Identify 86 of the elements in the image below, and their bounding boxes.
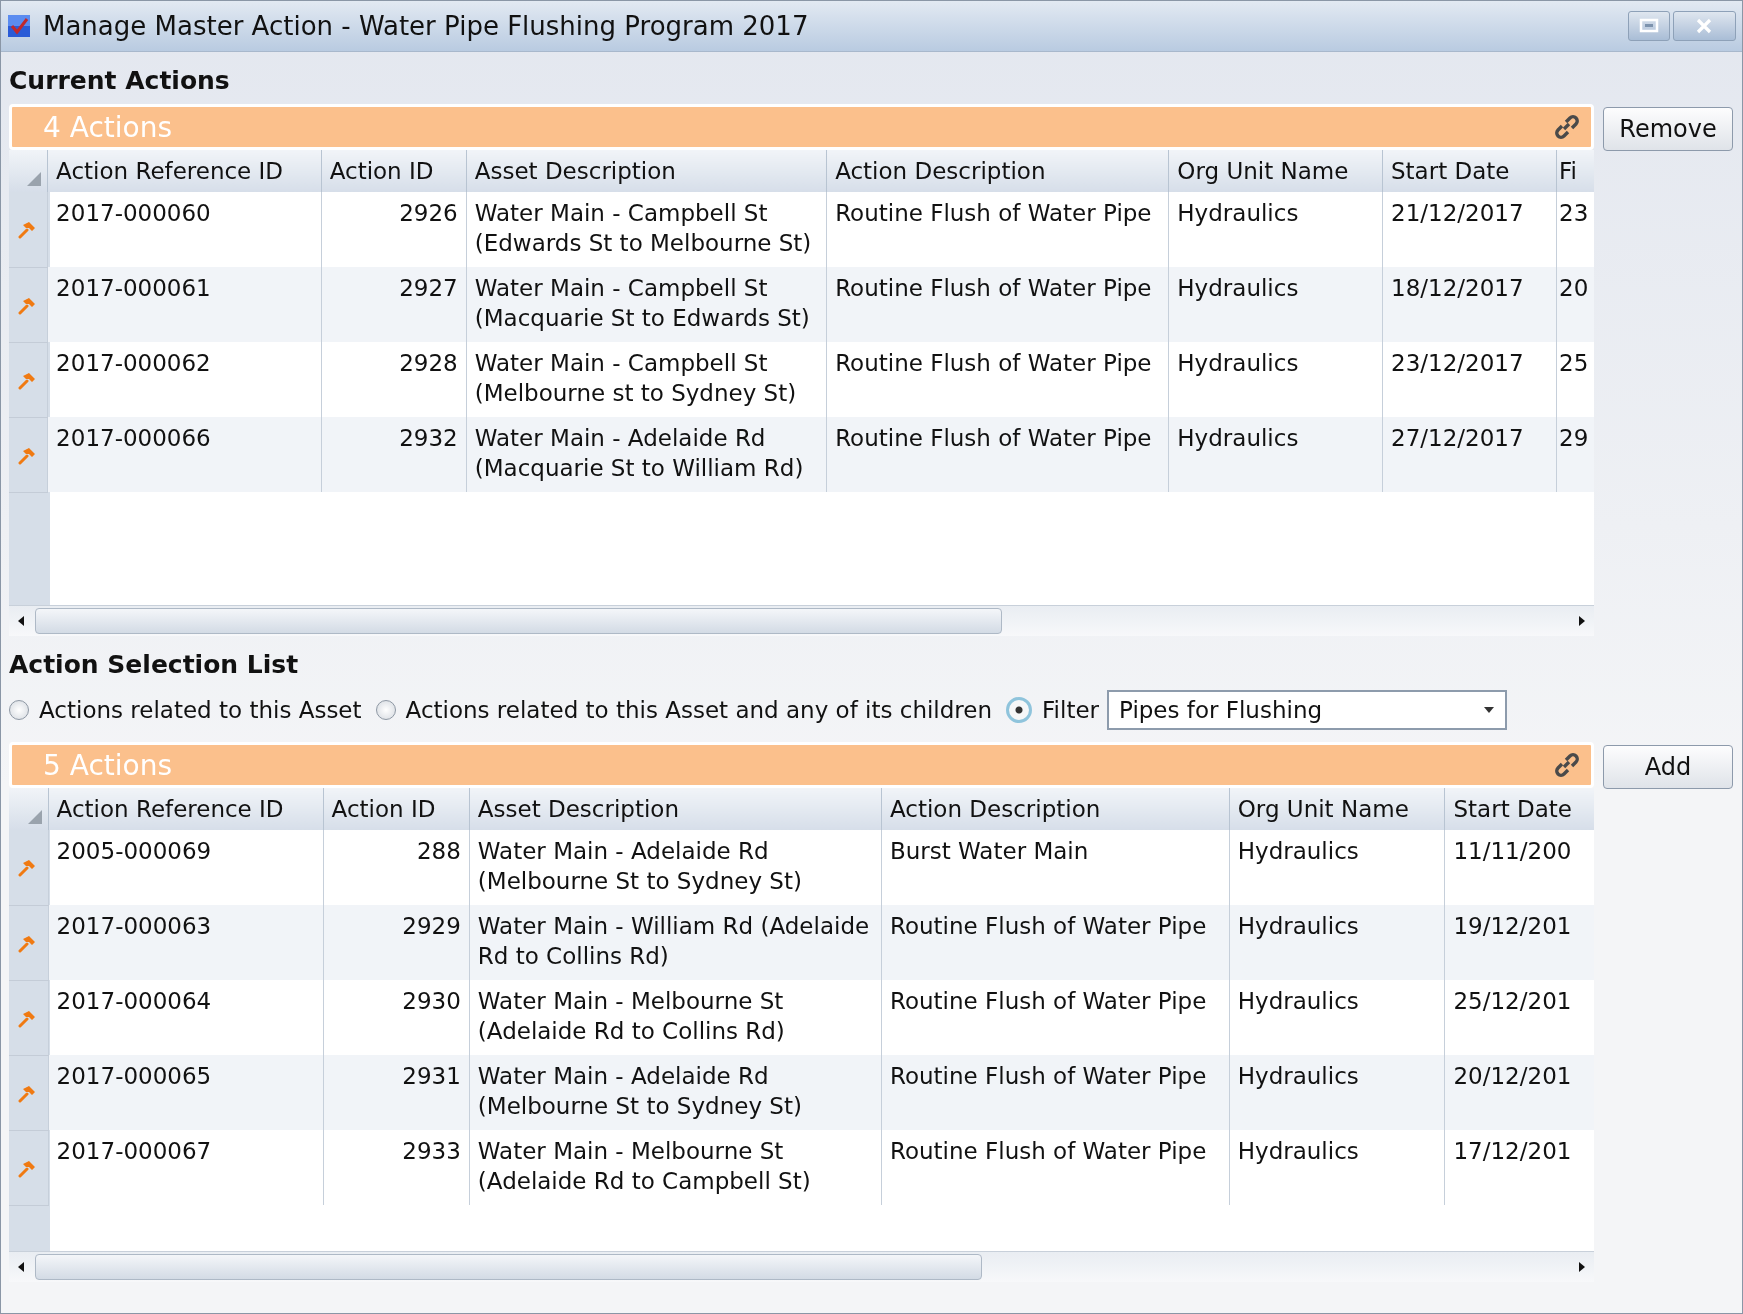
table-cell: Routine Flush of Water Pipe <box>881 1130 1230 1205</box>
row-header[interactable] <box>9 342 48 417</box>
radio-option[interactable]: Actions related to this Asset and any of its children <box>375 697 993 723</box>
horizontal-scrollbar[interactable] <box>9 605 1594 636</box>
restore-icon <box>1638 17 1660 35</box>
row-header[interactable] <box>9 830 49 905</box>
table-cell: 29 <box>1556 417 1594 492</box>
table-cell: 2927 <box>321 267 467 342</box>
table-cell: 2933 <box>323 1130 470 1205</box>
table-cell: 2931 <box>323 1055 470 1130</box>
section-heading: Current Actions <box>9 64 230 97</box>
restore-button[interactable] <box>1628 11 1670 41</box>
row-header[interactable] <box>9 980 49 1055</box>
table-cell: 25 <box>1556 342 1594 417</box>
table-cell: Routine Flush of Water Pipe <box>826 417 1169 492</box>
table-cell: Routine Flush of Water Pipe <box>881 1055 1230 1130</box>
hammer-icon <box>17 219 37 240</box>
app-icon <box>7 14 31 38</box>
column-header[interactable]: Action Description <box>881 788 1230 830</box>
table-cell: 2017-000066 <box>47 417 322 492</box>
row-header[interactable] <box>9 417 48 492</box>
table-cell: 20/12/201 <box>1444 1055 1594 1130</box>
action-count: 5 Actions <box>43 748 173 782</box>
link-icon[interactable] <box>1553 113 1581 141</box>
table-cell: 11/11/200 <box>1444 830 1594 905</box>
table-cell: Hydraulics <box>1229 905 1445 980</box>
scroll-thumb[interactable] <box>35 608 1002 634</box>
table-cell: 27/12/2017 <box>1382 417 1557 492</box>
row-header[interactable] <box>9 192 48 267</box>
table-cell: 2017-000065 <box>48 1055 324 1130</box>
radio-button[interactable] <box>9 700 29 720</box>
corner-triangle-icon <box>25 170 44 188</box>
section-heading: Action Selection List <box>9 648 299 681</box>
column-header[interactable]: Asset Description <box>469 788 882 830</box>
table-cell: 23 <box>1556 192 1594 267</box>
close-button[interactable] <box>1673 11 1736 41</box>
window-title: Manage Master Action - Water Pipe Flushing Program 2017 <box>43 11 809 41</box>
radio-button[interactable] <box>375 700 396 720</box>
table-cell: 2932 <box>321 417 467 492</box>
column-header[interactable]: Action Reference ID <box>48 788 324 830</box>
table-cell: Water Main - Melbourne St (Adelaide Rd to Campbell St) <box>469 1130 882 1205</box>
table-cell: Hydraulics <box>1168 267 1383 342</box>
column-header[interactable]: Fi <box>1556 150 1594 192</box>
table-cell: Water Main - Adelaide Rd (Melbourne St to Sydney St) <box>469 1055 882 1130</box>
table-cell: 2929 <box>323 905 470 980</box>
radio-option[interactable]: Actions related to this Asset <box>9 697 362 723</box>
horizontal-scrollbar[interactable] <box>9 1251 1594 1282</box>
column-header[interactable]: Org Unit Name <box>1229 788 1445 830</box>
table-cell: Hydraulics <box>1229 1130 1445 1205</box>
radio-button[interactable] <box>1006 697 1033 723</box>
table-cell: 17/12/201 <box>1444 1130 1594 1205</box>
table-cell: 2017-000061 <box>47 267 322 342</box>
remove-button[interactable]: Remove <box>1603 107 1733 151</box>
table-cell: Water Main - William Rd (Adelaide Rd to Collins Rd) <box>469 905 882 980</box>
add-button[interactable]: Add <box>1603 745 1733 789</box>
table-cell: Routine Flush of Water Pipe <box>826 267 1169 342</box>
column-header[interactable]: Start Date <box>1444 788 1594 830</box>
row-header[interactable] <box>9 267 48 342</box>
table-cell: 19/12/201 <box>1444 905 1594 980</box>
table-cell: Water Main - Campbell St (Macquarie St to Edwards St) <box>466 267 827 342</box>
hammer-icon <box>17 857 37 878</box>
column-header[interactable]: Action ID <box>323 788 470 830</box>
row-header[interactable] <box>9 1130 49 1205</box>
table-cell: Routine Flush of Water Pipe <box>881 905 1230 980</box>
column-header[interactable]: Asset Description <box>466 150 827 192</box>
row-header[interactable] <box>9 905 49 980</box>
table-cell: 2017-000067 <box>48 1130 324 1205</box>
action-count: 4 Actions <box>43 110 173 144</box>
table-cell: Hydraulics <box>1229 1055 1445 1130</box>
filter-dropdown[interactable]: Pipes for Flushing <box>1107 690 1507 730</box>
table-cell: 18/12/2017 <box>1382 267 1557 342</box>
row-header[interactable] <box>9 1055 49 1130</box>
table-cell: 2017-000063 <box>48 905 324 980</box>
caret-icon <box>1483 706 1495 714</box>
radio-option[interactable]: Filter <box>1006 697 1099 723</box>
column-header[interactable]: Org Unit Name <box>1168 150 1383 192</box>
table-cell: Hydraulics <box>1168 417 1383 492</box>
column-header[interactable]: Action Reference ID <box>47 150 322 192</box>
column-header[interactable]: Action ID <box>321 150 467 192</box>
table-cell: 20 <box>1556 267 1594 342</box>
scroll-thumb[interactable] <box>35 1254 982 1280</box>
column-header[interactable]: Start Date <box>1382 150 1557 192</box>
column-header[interactable]: Action Description <box>826 150 1169 192</box>
table-cell: Water Main - Adelaide Rd (Macquarie St to William Rd) <box>466 417 827 492</box>
link-icon[interactable] <box>1553 751 1581 779</box>
table-cell: 25/12/201 <box>1444 980 1594 1055</box>
